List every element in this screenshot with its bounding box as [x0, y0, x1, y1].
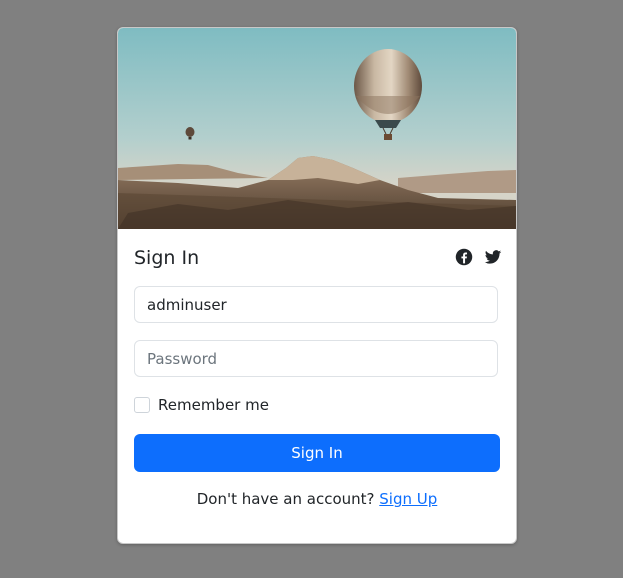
signup-prompt-text: Don't have an account? — [196, 490, 375, 508]
sign-in-button[interactable]: Sign In — [134, 434, 500, 472]
remember-checkbox[interactable] — [134, 397, 150, 413]
remember-me[interactable]: Remember me — [134, 396, 269, 414]
hero-image — [118, 28, 516, 229]
remember-label: Remember me — [158, 396, 269, 414]
login-card: Sign In Remember me Sign In Don't have a… — [117, 27, 517, 544]
password-input[interactable] — [134, 340, 498, 377]
signup-prompt: Don't have an account? Sign Up — [118, 490, 516, 508]
page-title: Sign In — [134, 247, 200, 269]
sign-up-link[interactable]: Sign Up — [379, 490, 437, 508]
username-input[interactable] — [134, 286, 498, 323]
facebook-icon[interactable] — [455, 248, 473, 266]
social-links — [455, 248, 502, 266]
twitter-icon[interactable] — [484, 248, 502, 266]
